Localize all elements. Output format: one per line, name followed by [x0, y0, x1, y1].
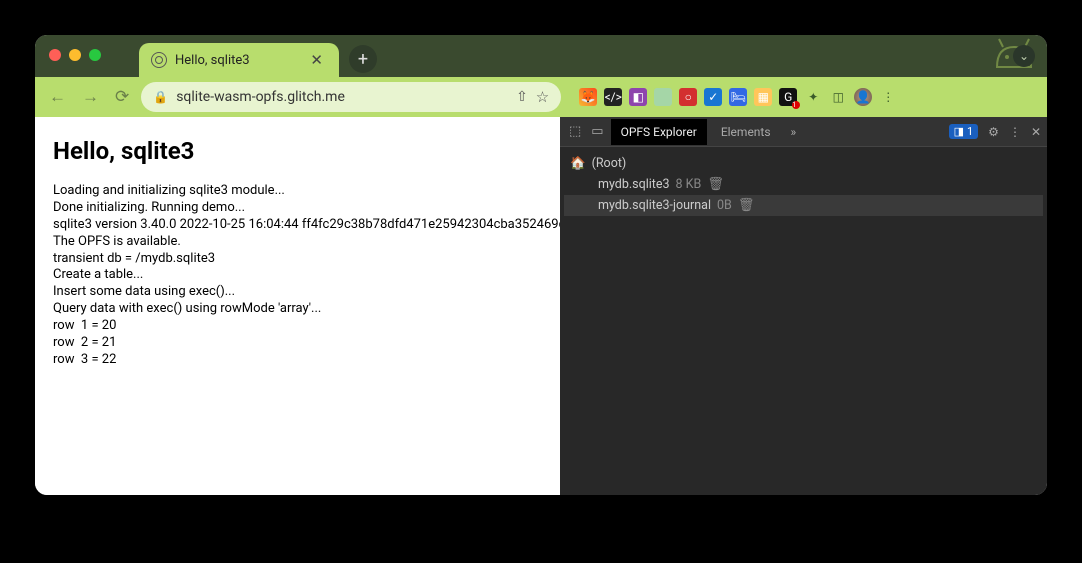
toolbar: ← → ⟳ 🔒 sqlite-wasm-opfs.glitch.me ⇧ ☆ 🦊… [35, 77, 1047, 117]
log-line: row 3 = 22 [53, 352, 542, 369]
log-line: row 1 = 20 [53, 318, 542, 335]
file-name: mydb.sqlite3-journal [598, 198, 711, 213]
devtools-menu-icon[interactable]: ⋮ [1009, 125, 1021, 139]
minimize-window-button[interactable] [69, 49, 81, 61]
opfs-tree: 🏠 (Root) mydb.sqlite3 8 KB 🗑 mydb.sqlite… [560, 147, 1047, 222]
inspect-element-icon[interactable]: ⬚ [566, 121, 584, 142]
delete-file-icon[interactable]: 🗑 [738, 198, 755, 213]
address-bar[interactable]: 🔒 sqlite-wasm-opfs.glitch.me ⇧ ☆ [141, 82, 561, 112]
home-icon: 🏠 [570, 156, 586, 171]
page-content: Hello, sqlite3 Loading and initializing … [35, 117, 560, 495]
file-name: mydb.sqlite3 [598, 177, 670, 192]
file-row[interactable]: mydb.sqlite3 8 KB 🗑 [564, 174, 1043, 195]
log-line: transient db = /mydb.sqlite3 [53, 251, 542, 268]
devtools-tabbar: ⬚ ▭ OPFS Explorer Elements » ◨ 1 ⚙ ⋮ ✕ [560, 117, 1047, 147]
extension-icon-5[interactable]: ○ [679, 88, 697, 106]
lock-icon: 🔒 [153, 90, 168, 104]
maximize-window-button[interactable] [89, 49, 101, 61]
globe-icon [151, 52, 167, 68]
window-controls [49, 49, 101, 61]
extension-icon-7[interactable]: 🛏 [729, 88, 747, 106]
chrome-menu-icon[interactable]: ⋮ [879, 88, 897, 106]
puzzle-icon[interactable]: ✦ [804, 88, 822, 106]
file-row[interactable]: mydb.sqlite3-journal 0B 🗑 [564, 195, 1043, 216]
extension-icon-1[interactable]: 🦊 [579, 88, 597, 106]
console-log: Loading and initializing sqlite3 module.… [53, 183, 542, 369]
tab-strip: Hello, sqlite3 ✕ + ⌄ [35, 35, 1047, 77]
chrome-profile-button[interactable]: ⌄ [1013, 45, 1035, 67]
page-heading: Hello, sqlite3 [53, 137, 542, 165]
reload-button[interactable]: ⟳ [111, 83, 133, 111]
forward-button[interactable]: → [78, 83, 103, 111]
content-area: Hello, sqlite3 Loading and initializing … [35, 117, 1047, 495]
bookmark-star-icon[interactable]: ☆ [536, 88, 549, 106]
log-line: Create a table... [53, 267, 542, 284]
log-line: Loading and initializing sqlite3 module.… [53, 183, 542, 200]
extension-icon-3[interactable]: ◧ [629, 88, 647, 106]
close-tab-button[interactable]: ✕ [306, 51, 327, 69]
device-toggle-icon[interactable]: ▭ [588, 121, 606, 142]
tab-opfs-explorer[interactable]: OPFS Explorer [611, 119, 707, 145]
share-icon[interactable]: ⇧ [516, 89, 528, 105]
extension-icon-2[interactable]: </> [604, 88, 622, 106]
extension-icon-8[interactable]: ▦ [754, 88, 772, 106]
issues-badge[interactable]: ◨ 1 [949, 124, 979, 139]
more-tabs-icon[interactable]: » [785, 125, 803, 139]
extension-icon-9[interactable]: G1 [779, 88, 797, 106]
log-line: Insert some data using exec()... [53, 284, 542, 301]
log-line: The OPFS is available. [53, 234, 542, 251]
devtools-panel: ⬚ ▭ OPFS Explorer Elements » ◨ 1 ⚙ ⋮ ✕ 🏠… [560, 117, 1047, 495]
extension-icon-4[interactable] [654, 88, 672, 106]
back-button[interactable]: ← [45, 83, 70, 111]
close-window-button[interactable] [49, 49, 61, 61]
log-line: Done initializing. Running demo... [53, 200, 542, 217]
close-devtools-button[interactable]: ✕ [1031, 125, 1041, 139]
log-line: row 2 = 21 [53, 335, 542, 352]
file-size: 0B [717, 198, 732, 213]
extension-icons: 🦊 </> ◧ ○ ✓ 🛏 ▦ G1 ✦ ◫ 👤 ⋮ [579, 88, 897, 106]
browser-window: Hello, sqlite3 ✕ + ⌄ ← → ⟳ 🔒 sqlite-wasm… [35, 35, 1047, 495]
side-panel-icon[interactable]: ◫ [829, 88, 847, 106]
extension-icon-6[interactable]: ✓ [704, 88, 722, 106]
tree-root[interactable]: 🏠 (Root) [564, 153, 1043, 174]
tab-title: Hello, sqlite3 [175, 53, 298, 68]
url-text: sqlite-wasm-opfs.glitch.me [176, 89, 508, 105]
log-line: Query data with exec() using rowMode 'ar… [53, 301, 542, 318]
avatar-icon[interactable]: 👤 [854, 88, 872, 106]
delete-file-icon[interactable]: 🗑 [707, 177, 724, 192]
new-tab-button[interactable]: + [349, 45, 377, 73]
log-line: sqlite3 version 3.40.0 2022-10-25 16:04:… [53, 217, 542, 234]
settings-gear-icon[interactable]: ⚙ [988, 125, 999, 139]
tab-elements[interactable]: Elements [711, 119, 781, 145]
browser-tab[interactable]: Hello, sqlite3 ✕ [139, 43, 339, 77]
file-size: 8 KB [676, 177, 702, 192]
root-label: (Root) [592, 156, 627, 171]
